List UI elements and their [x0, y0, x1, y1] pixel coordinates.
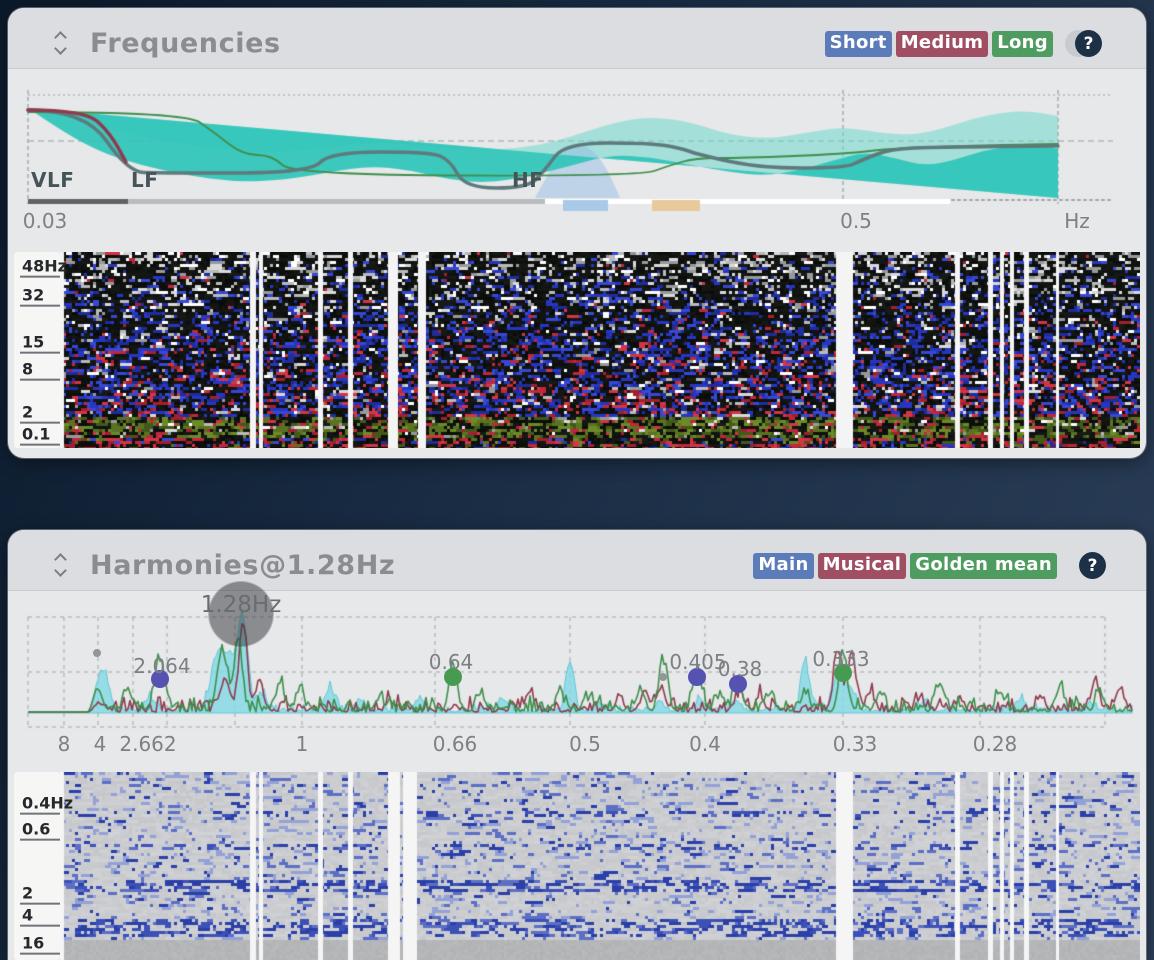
legend-badge[interactable]: Long — [992, 31, 1053, 57]
chevron-down-icon — [54, 42, 67, 55]
help-button[interactable]: ? — [1075, 30, 1102, 57]
legend-badge[interactable]: Golden mean — [910, 553, 1057, 579]
spectrogram-y-axis — [14, 772, 60, 960]
harmonies-legend: MainMusicalGolden mean ? — [753, 552, 1106, 579]
collapse-toggle[interactable] — [54, 553, 70, 579]
chevron-down-icon — [54, 564, 67, 577]
harmonics-spectrogram — [60, 772, 1140, 960]
spectrogram-y-axis — [14, 252, 60, 448]
frequency-spectrogram — [60, 252, 1140, 448]
legend-badge[interactable]: Main — [753, 553, 813, 579]
panel-title: Frequencies — [90, 28, 281, 59]
frequencies-panel: Frequencies ShortMediumLong ? VLFLFHF0.0… — [8, 8, 1146, 458]
collapse-toggle[interactable] — [54, 31, 70, 57]
help-button[interactable]: ? — [1079, 552, 1106, 579]
panel-title: Harmonies@1.28Hz — [90, 550, 395, 581]
harmonics-chart[interactable] — [8, 590, 1146, 770]
frequency-spectrum-chart[interactable] — [8, 66, 1146, 256]
legend-badge[interactable]: Short — [825, 31, 892, 57]
legend-badge[interactable]: Musical — [818, 553, 907, 579]
legend-badge[interactable]: Medium — [896, 31, 989, 57]
frequencies-legend: ShortMediumLong ? — [825, 30, 1102, 57]
harmonies-panel: Harmonies@1.28Hz MainMusicalGolden mean … — [8, 530, 1146, 960]
